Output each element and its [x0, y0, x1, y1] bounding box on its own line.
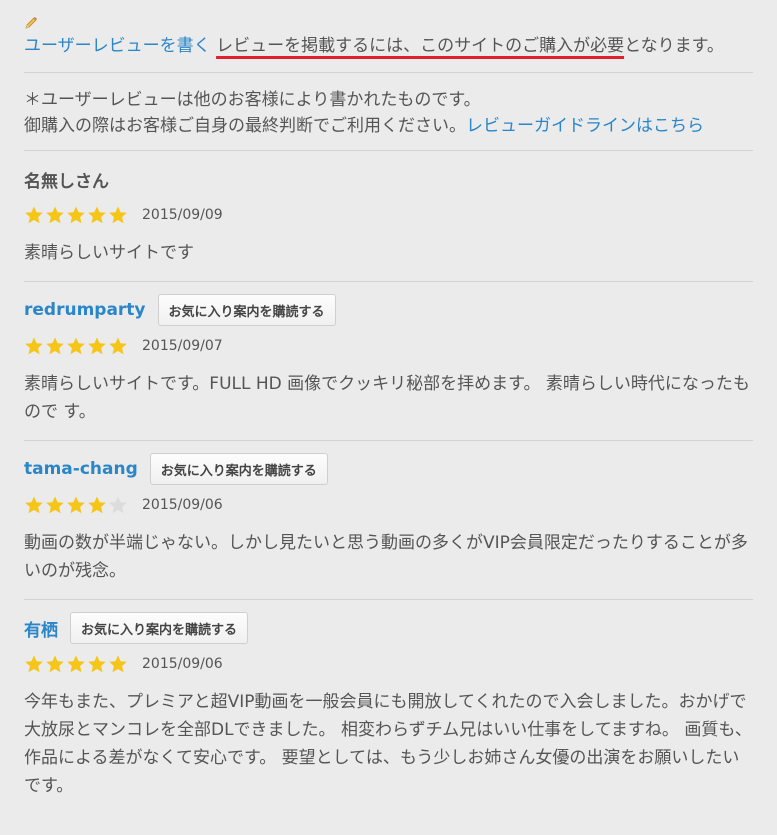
review-date: 2015/09/06 [142, 497, 223, 513]
disclaimer-line-2: 御購入の際はお客様ご自身の最終判断でご利用ください。レビューガイドラインはこちら [24, 113, 753, 139]
review-meta: 2015/09/06 [24, 493, 753, 517]
review-body: 素晴らしいサイトです [24, 243, 194, 263]
subscribe-favorites-button[interactable]: お気に入り案内を購読する [70, 612, 249, 644]
star-filled-icon [25, 337, 43, 355]
review-body: 今年もまた、プレミアと超VIP動画を一般会員にも開放してくれたので入会しました。… [24, 692, 752, 796]
review-body: 素晴らしいサイトです。FULL HD 画像でクッキリ秘部を拝めます。 素晴らしい… [24, 374, 750, 422]
review-header: 有栖 お気に入り案内を購読する [24, 612, 753, 644]
star-rating [24, 205, 128, 225]
review-list: 名無しさん 2015/09/09 素晴らしいサイトです redrumparty … [24, 151, 753, 814]
star-filled-icon [88, 655, 106, 673]
disclaimer-line-1: ＊ユーザーレビューは他のお客様により書かれたものです。 [24, 90, 481, 110]
reviewer-name-link[interactable]: redrumparty [24, 300, 146, 320]
star-filled-icon [46, 655, 64, 673]
review-date: 2015/09/09 [142, 207, 223, 223]
subscribe-favorites-button[interactable]: お気に入り案内を購読する [149, 453, 328, 485]
review-body: 動画の数が半端じゃない。しかし見たいと思う動画の多くがVIP会員限定だったりする… [24, 533, 748, 581]
review-header: redrumparty お気に入り案内を購読する [24, 294, 753, 326]
star-filled-icon [46, 337, 64, 355]
star-filled-icon [25, 496, 43, 514]
subscribe-favorites-button[interactable]: お気に入り案内を購読する [157, 294, 336, 326]
review-item: redrumparty お気に入り案内を購読する 2015/09/07 素晴らし… [24, 282, 753, 441]
star-rating [24, 336, 128, 356]
star-filled-icon [67, 337, 85, 355]
star-empty-icon [109, 496, 127, 514]
pencil-row [24, 0, 753, 32]
star-filled-icon [25, 206, 43, 224]
star-filled-icon [88, 496, 106, 514]
review-item: 有栖 お気に入り案内を購読する 2015/09/06 今年もまた、プレミアと超V… [24, 600, 753, 814]
star-filled-icon [25, 655, 43, 673]
review-meta: 2015/09/07 [24, 334, 753, 358]
star-filled-icon [109, 337, 127, 355]
reviews-section: ユーザーレビューを書く レビューを掲載するには、このサイトのご購入が必要となりま… [0, 0, 777, 835]
star-filled-icon [109, 655, 127, 673]
star-filled-icon [109, 206, 127, 224]
star-filled-icon [46, 496, 64, 514]
review-requirement-text: レビューを掲載するには、このサイトのご購入が必要 [216, 36, 625, 56]
reviewer-name-link[interactable]: tama-chang [24, 459, 138, 479]
review-notice: ユーザーレビューを書く レビューを掲載するには、このサイトのご購入が必要となりま… [24, 32, 753, 73]
review-date: 2015/09/07 [142, 338, 223, 354]
reviewer-name: 名無しさん [24, 171, 109, 192]
star-rating [24, 654, 128, 674]
write-review-link[interactable]: ユーザーレビューを書く [24, 36, 211, 56]
review-header: tama-chang お気に入り案内を購読する [24, 453, 753, 485]
review-header: 名無しさん [24, 163, 753, 195]
review-meta: 2015/09/06 [24, 652, 753, 676]
reviewer-name-link[interactable]: 有栖 [24, 616, 58, 641]
disclaimer-line-2-text: 御購入の際はお客様ご自身の最終判断でご利用ください。 [24, 116, 466, 136]
star-filled-icon [67, 206, 85, 224]
review-item: 名無しさん 2015/09/09 素晴らしいサイトです [24, 151, 753, 282]
pencil-icon [24, 16, 38, 30]
review-guideline-link[interactable]: レビューガイドラインはこちら [466, 116, 704, 136]
review-requirement-tail: となります。 [624, 36, 724, 56]
star-filled-icon [88, 206, 106, 224]
review-date: 2015/09/06 [142, 656, 223, 672]
star-rating [24, 495, 128, 515]
review-meta: 2015/09/09 [24, 203, 753, 227]
review-disclaimer: ＊ユーザーレビューは他のお客様により書かれたものです。 御購入の際はお客様ご自身… [24, 73, 753, 151]
star-filled-icon [46, 206, 64, 224]
star-filled-icon [67, 496, 85, 514]
star-filled-icon [88, 337, 106, 355]
star-filled-icon [67, 655, 85, 673]
review-item: tama-chang お気に入り案内を購読する 2015/09/06 動画の数が… [24, 441, 753, 600]
